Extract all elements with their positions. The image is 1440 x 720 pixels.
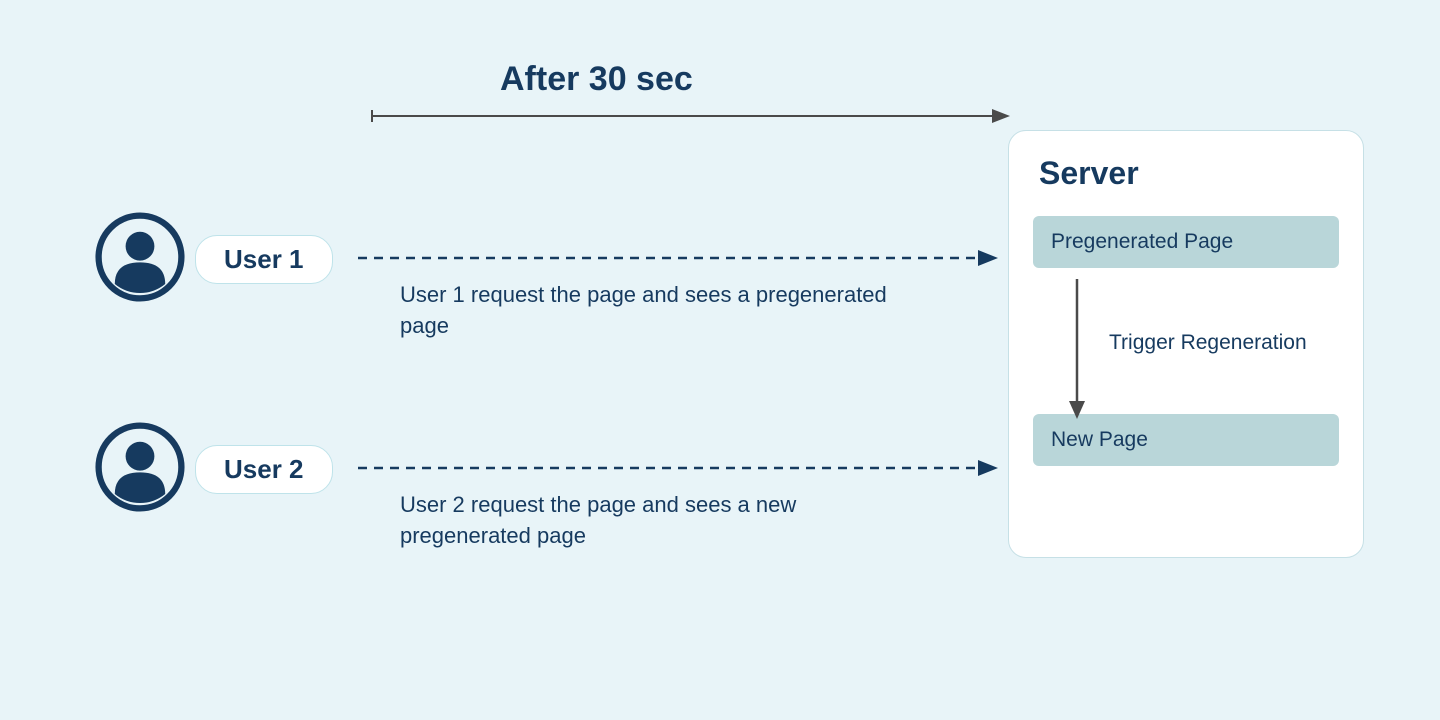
timeline-label: After 30 sec (500, 60, 693, 99)
user-avatar-icon (95, 422, 185, 512)
regeneration-label: Trigger Regeneration (1109, 331, 1307, 355)
user-1-caption: User 1 request the page and sees a prege… (400, 280, 900, 342)
server-title: Server (1039, 155, 1339, 192)
user-avatar-icon (95, 212, 185, 302)
user-2-caption: User 2 request the page and sees a new p… (400, 490, 900, 552)
regeneration-arrow (1067, 279, 1087, 419)
new-page-box: New Page (1033, 414, 1339, 466)
pregenerated-page-box: Pregenerated Page (1033, 216, 1339, 268)
user-1-label: User 1 (195, 235, 333, 284)
request-arrow-user-1 (358, 248, 998, 268)
timeline-arrow (370, 106, 1010, 126)
user-2-label: User 2 (195, 445, 333, 494)
server-panel: Server Pregenerated Page Trigger Regener… (1008, 130, 1364, 558)
request-arrow-user-2 (358, 458, 998, 478)
